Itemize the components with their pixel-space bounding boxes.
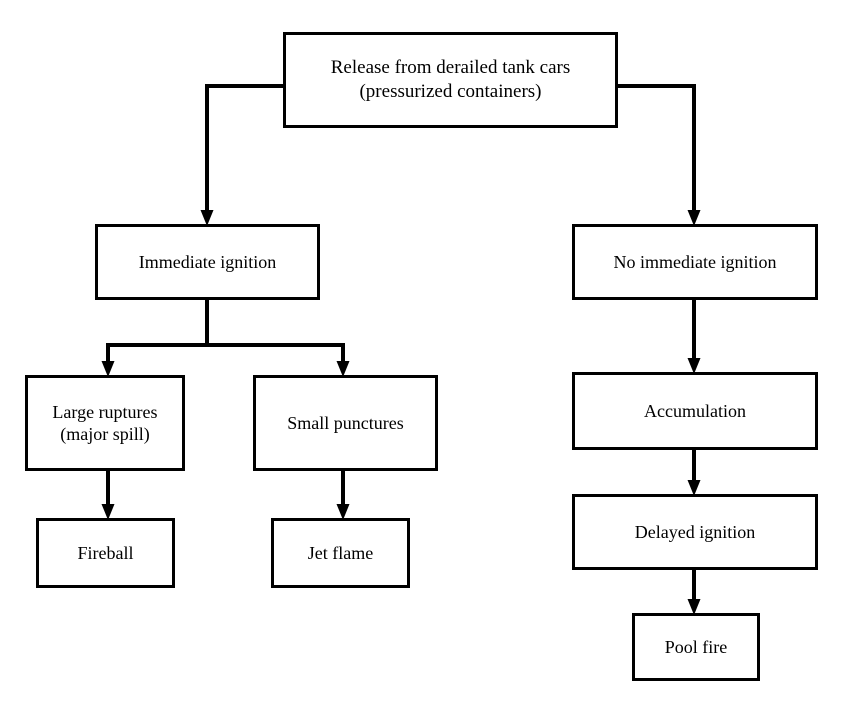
edge-delayed-ignition-to-pool-fire bbox=[687, 570, 701, 615]
node-immediate-ignition-label: Immediate ignition bbox=[138, 251, 277, 272]
edge-release-to-no-immediate-ignition bbox=[618, 84, 701, 226]
node-release: Release from derailed tank cars (pressur… bbox=[283, 32, 618, 128]
node-immediate-ignition: Immediate ignition bbox=[95, 224, 320, 300]
node-jet-flame: Jet flame bbox=[271, 518, 410, 588]
node-jet-flame-label: Jet flame bbox=[307, 542, 374, 563]
node-accumulation: Accumulation bbox=[572, 372, 818, 450]
node-large-ruptures-label: Large ruptures (major spill) bbox=[52, 401, 158, 445]
node-small-punctures-label: Small punctures bbox=[287, 412, 404, 433]
node-no-immediate-ignition: No immediate ignition bbox=[572, 224, 818, 300]
edge-no-immediate-ignition-to-accumulation bbox=[687, 300, 701, 374]
node-no-immediate-ignition-label: No immediate ignition bbox=[613, 251, 777, 272]
node-small-punctures: Small punctures bbox=[253, 375, 438, 471]
edge-small-punctures-to-jet-flame bbox=[336, 471, 350, 520]
node-pool-fire: Pool fire bbox=[632, 613, 760, 681]
edge-large-ruptures-to-fireball bbox=[101, 471, 115, 520]
node-accumulation-label: Accumulation bbox=[644, 400, 746, 421]
node-pool-fire-label: Pool fire bbox=[664, 636, 728, 657]
node-large-ruptures: Large ruptures (major spill) bbox=[25, 375, 185, 471]
node-release-label: Release from derailed tank cars (pressur… bbox=[330, 57, 571, 102]
node-fireball: Fireball bbox=[36, 518, 175, 588]
node-delayed-ignition: Delayed ignition bbox=[572, 494, 818, 570]
node-delayed-ignition-label: Delayed ignition bbox=[634, 521, 756, 542]
node-fireball-label: Fireball bbox=[77, 542, 134, 563]
edge-release-to-immediate-ignition bbox=[200, 84, 283, 226]
flowchart-canvas: Release from derailed tank cars (pressur… bbox=[0, 0, 850, 713]
edge-immediate-ignition-split bbox=[101, 300, 350, 377]
edge-accumulation-to-delayed-ignition bbox=[687, 450, 701, 496]
